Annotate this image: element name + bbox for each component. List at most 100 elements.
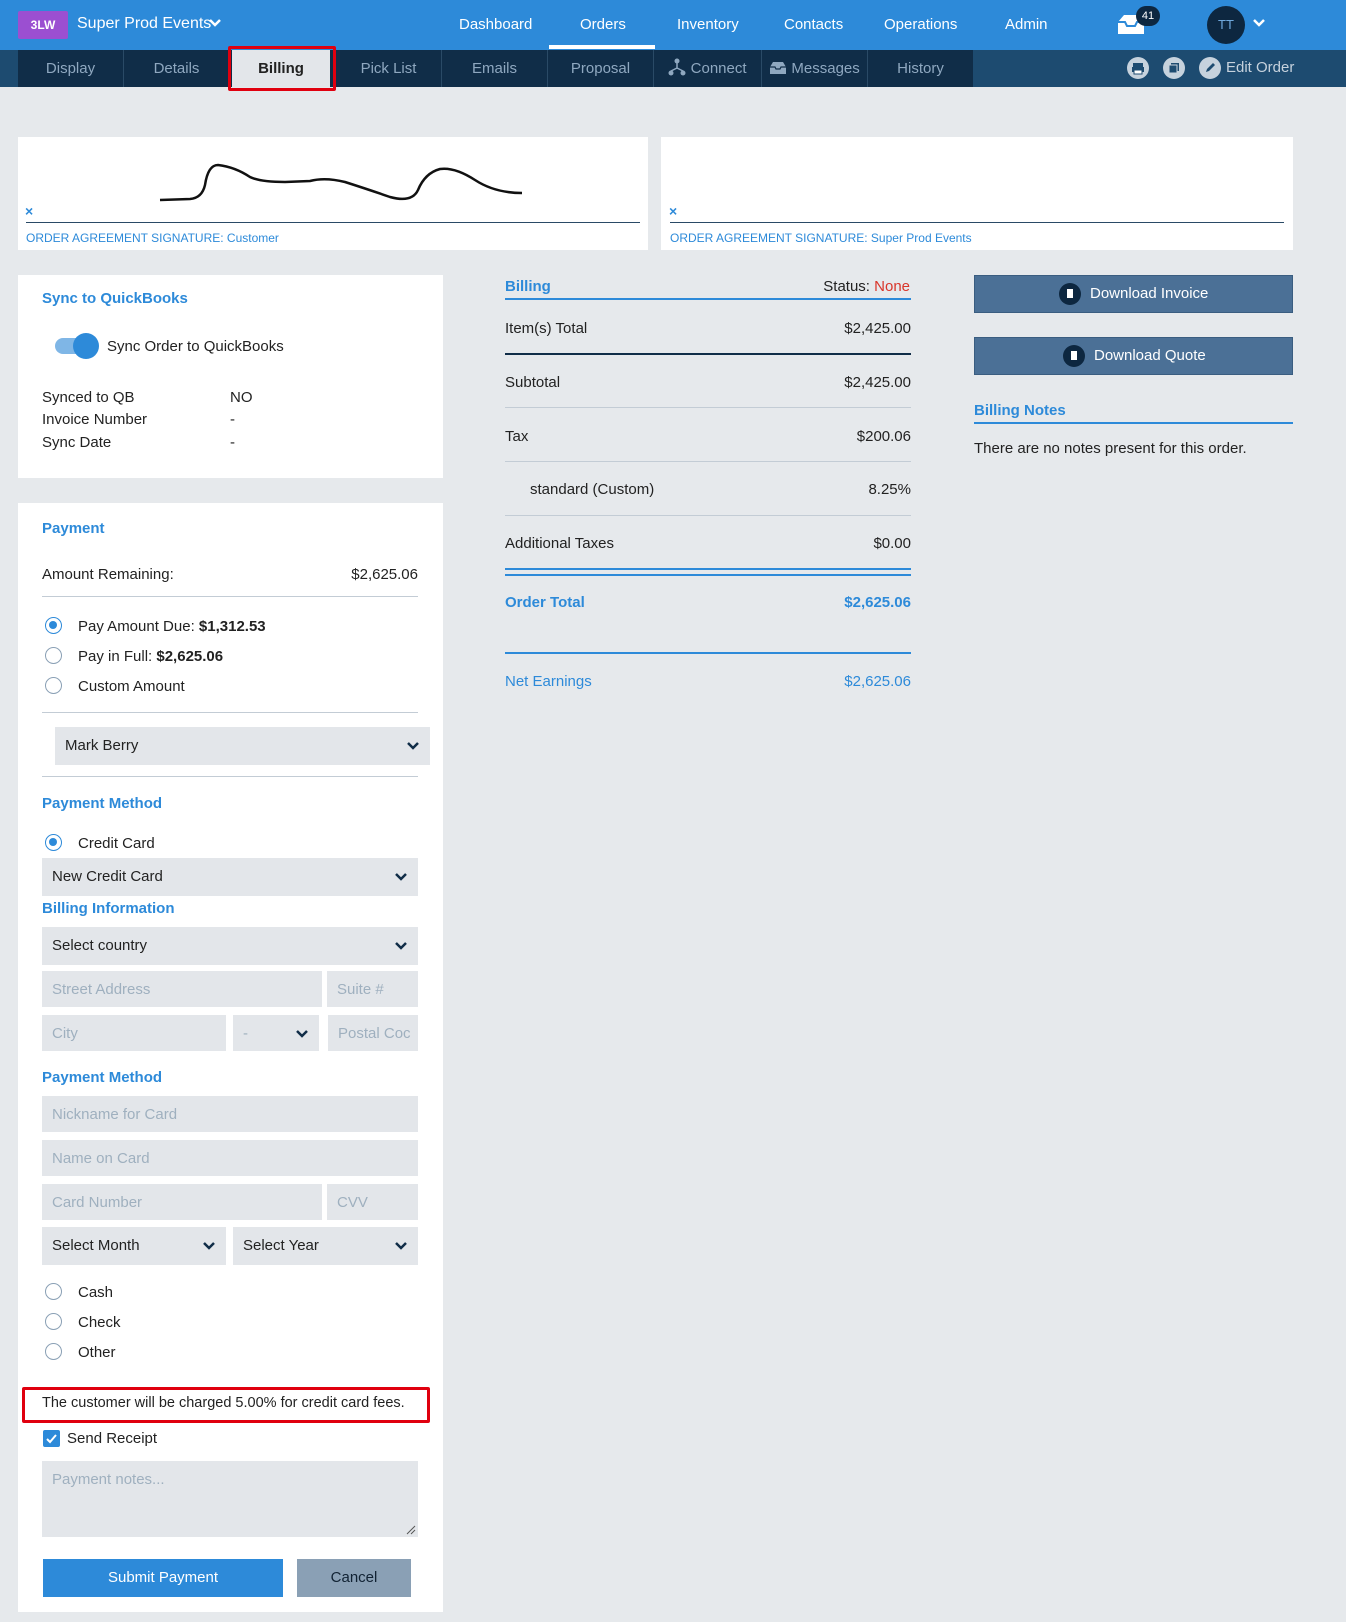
additional-taxes-value: $0.00 <box>873 535 911 552</box>
country-select[interactable]: Select country <box>42 927 418 965</box>
signature-drawing <box>159 163 523 202</box>
chevron-down-icon <box>395 942 407 950</box>
clear-signature-icon[interactable]: × <box>669 203 677 219</box>
suite-input[interactable]: Suite # <box>327 971 418 1007</box>
message-tray-icon <box>770 62 787 74</box>
download-invoice-button[interactable]: Download Invoice <box>974 275 1293 313</box>
state-select[interactable]: - <box>233 1015 319 1051</box>
custom-amount-radio[interactable] <box>45 677 62 694</box>
tab-connect[interactable]: Connect <box>654 50 762 87</box>
credit-card-label[interactable]: Credit Card <box>78 835 155 852</box>
user-avatar[interactable]: TT <box>1207 6 1245 44</box>
chevron-down-icon[interactable] <box>1252 16 1266 30</box>
clear-signature-icon[interactable]: × <box>25 203 33 219</box>
nav-orders[interactable]: Orders <box>580 16 626 33</box>
cash-radio[interactable] <box>45 1283 62 1300</box>
pdf-icon <box>1059 283 1081 305</box>
tab-proposal[interactable]: Proposal <box>548 50 654 87</box>
pay-amount-due-radio[interactable] <box>45 617 62 634</box>
card-select[interactable]: New Credit Card <box>42 858 418 896</box>
pay-amount-due-option[interactable]: Pay Amount Due: $1,312.53 <box>78 618 266 635</box>
custom-amount-option[interactable]: Custom Amount <box>78 678 185 695</box>
check-radio[interactable] <box>45 1313 62 1330</box>
company-name[interactable]: Super Prod Events <box>77 15 211 33</box>
placeholder: City <box>52 1025 78 1042</box>
nav-admin[interactable]: Admin <box>1005 16 1048 33</box>
placeholder: Payment notes... <box>52 1471 165 1488</box>
cancel-button[interactable]: Cancel <box>297 1559 411 1597</box>
customer-signature-label: ORDER AGREEMENT SIGNATURE: Customer <box>26 231 279 245</box>
option-label: Pay in Full: <box>78 648 153 665</box>
placeholder: Nickname for Card <box>52 1106 178 1123</box>
checkmark-icon <box>46 1434 57 1444</box>
name-on-card-input[interactable]: Name on Card <box>42 1140 418 1176</box>
payer-select[interactable]: Mark Berry <box>55 727 430 765</box>
tab-connect-label: Connect <box>690 60 747 77</box>
year-value: Select Year <box>243 1237 319 1254</box>
placeholder: Name on Card <box>52 1150 150 1167</box>
tab-messages-label: Messages <box>791 60 860 77</box>
other-radio[interactable] <box>45 1343 62 1360</box>
tab-messages[interactable]: Messages <box>762 50 868 87</box>
cash-label[interactable]: Cash <box>78 1284 113 1301</box>
street-address-input[interactable]: Street Address <box>42 971 322 1007</box>
nav-operations[interactable]: Operations <box>884 16 957 33</box>
divider <box>505 652 911 654</box>
send-receipt-checkbox[interactable] <box>43 1430 60 1447</box>
placeholder: Street Address <box>52 981 151 998</box>
placeholder: Suite # <box>337 981 384 998</box>
download-invoice-label: Download Invoice <box>1090 285 1209 302</box>
payment-notes-textarea[interactable]: Payment notes... <box>42 1461 418 1537</box>
month-value: Select Month <box>52 1237 140 1254</box>
submit-payment-button[interactable]: Submit Payment <box>43 1559 283 1597</box>
placeholder: Card Number <box>52 1194 143 1211</box>
notification-badge: 41 <box>1136 6 1160 26</box>
status-value: None <box>874 278 910 295</box>
edit-icon[interactable] <box>1199 57 1221 79</box>
nav-dashboard[interactable]: Dashboard <box>459 16 532 33</box>
edit-order-button[interactable]: Edit Order <box>1226 59 1294 76</box>
download-quote-button[interactable]: Download Quote <box>974 337 1293 375</box>
cvv-input[interactable]: CVV <box>327 1184 418 1220</box>
subtotal-value: $2,425.00 <box>844 374 911 391</box>
send-receipt-label[interactable]: Send Receipt <box>67 1430 157 1447</box>
card-nickname-input[interactable]: Nickname for Card <box>42 1096 418 1132</box>
order-total-label: Order Total <box>505 594 585 611</box>
nav-contacts[interactable]: Contacts <box>784 16 843 33</box>
sync-toggle[interactable] <box>55 333 99 359</box>
highlight-box <box>228 46 336 91</box>
duplicate-icon[interactable] <box>1163 57 1185 79</box>
tab-pick-list[interactable]: Pick List <box>336 50 442 87</box>
pay-in-full-option[interactable]: Pay in Full: $2,625.06 <box>78 648 223 665</box>
city-input[interactable]: City <box>42 1015 226 1051</box>
tab-display[interactable]: Display <box>18 50 124 87</box>
expiry-year-select[interactable]: Select Year <box>233 1227 418 1265</box>
billing-notes-text: There are no notes present for this orde… <box>974 440 1247 457</box>
print-icon[interactable] <box>1127 57 1149 79</box>
tab-details[interactable]: Details <box>124 50 230 87</box>
net-earnings-label: Net Earnings <box>505 673 592 690</box>
pay-in-full-radio[interactable] <box>45 647 62 664</box>
chevron-down-icon[interactable] <box>208 16 222 30</box>
amount-remaining-label: Amount Remaining: <box>42 566 174 583</box>
resize-handle-icon[interactable] <box>406 1525 416 1535</box>
option-label: Pay Amount Due: <box>78 618 195 635</box>
billing-title: Billing <box>505 278 551 295</box>
download-quote-label: Download Quote <box>1094 347 1206 364</box>
app-logo[interactable]: 3LW <box>18 11 68 39</box>
credit-card-radio[interactable] <box>45 834 62 851</box>
expiry-month-select[interactable]: Select Month <box>42 1227 226 1265</box>
billing-status: Status: None <box>700 278 910 295</box>
credit-card-fee-notice: The customer will be charged 5.00% for c… <box>42 1395 405 1411</box>
card-number-input[interactable]: Card Number <box>42 1184 322 1220</box>
chevron-down-icon <box>296 1030 308 1038</box>
tab-history[interactable]: History <box>868 50 973 87</box>
postal-code-input[interactable]: Postal Coc <box>328 1015 418 1051</box>
other-label[interactable]: Other <box>78 1344 116 1361</box>
tab-emails[interactable]: Emails <box>442 50 548 87</box>
option-amount: $2,625.06 <box>156 648 224 665</box>
signature-line <box>26 222 640 223</box>
check-label[interactable]: Check <box>78 1314 121 1331</box>
company-signature-label: ORDER AGREEMENT SIGNATURE: Super Prod Ev… <box>670 231 972 245</box>
nav-inventory[interactable]: Inventory <box>677 16 739 33</box>
